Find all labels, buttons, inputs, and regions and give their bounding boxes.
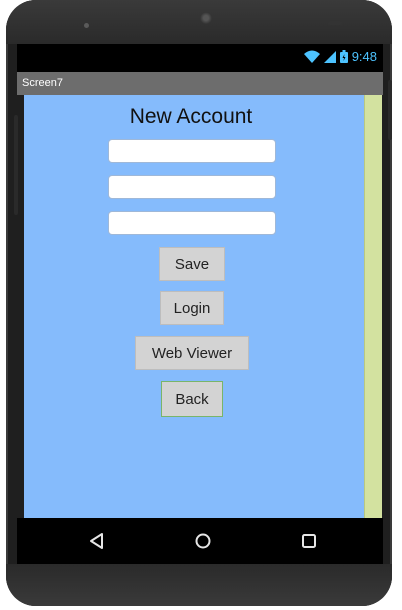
front-camera-icon	[84, 23, 89, 28]
navigation-bar	[17, 518, 383, 564]
screen-title: Screen7	[22, 77, 63, 89]
title-bar: Screen7	[17, 72, 383, 95]
account-field-2[interactable]	[108, 175, 276, 199]
back-button[interactable]: Back	[161, 381, 223, 417]
status-icons: 9:48	[303, 49, 377, 64]
status-bar: 9:48	[17, 44, 383, 72]
power-button[interactable]	[388, 80, 392, 140]
save-button[interactable]: Save	[159, 247, 225, 281]
emulator-stage: 9:48 Screen7 New Account Save Login Web …	[0, 0, 402, 610]
screen-content: New Account Save Login Web Viewer Back	[24, 95, 364, 518]
wifi-icon	[303, 50, 320, 63]
home-circle-icon[interactable]	[193, 531, 213, 551]
recents-square-icon[interactable]	[299, 531, 319, 551]
login-button[interactable]: Login	[160, 291, 224, 325]
bottom-bezel	[6, 564, 392, 606]
page-title: New Account	[129, 105, 253, 128]
web-viewer-button[interactable]: Web Viewer	[135, 336, 249, 370]
account-field-1[interactable]	[108, 139, 276, 163]
status-time: 9:48	[351, 49, 377, 64]
back-triangle-icon[interactable]	[87, 531, 107, 551]
top-bezel	[6, 0, 392, 44]
proximity-sensor-icon	[328, 21, 342, 25]
earpiece-speaker-icon	[200, 12, 212, 24]
volume-button[interactable]	[14, 115, 18, 215]
signal-icon	[323, 50, 336, 63]
account-field-3[interactable]	[108, 211, 276, 235]
battery-icon	[339, 50, 348, 63]
scrollbar[interactable]	[364, 95, 382, 518]
